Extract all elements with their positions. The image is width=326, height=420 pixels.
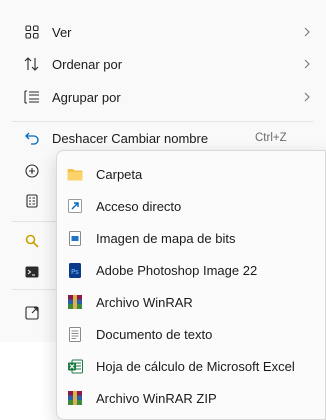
submenu-item-label: Imagen de mapa de bits (96, 230, 236, 246)
submenu-item-excel[interactable]: Hoja de cálculo de Microsoft Excel (57, 350, 325, 382)
submenu-item-acceso-directo[interactable]: Acceso directo (57, 190, 325, 222)
expand-window-icon (24, 305, 40, 321)
photoshop-icon: Ps (67, 262, 83, 278)
menu-item-buscar[interactable] (0, 225, 56, 257)
chevron-right-icon (301, 91, 313, 103)
submenu-item-label: Adobe Photoshop Image 22 (96, 262, 258, 278)
sort-arrows-icon (24, 56, 40, 72)
chevron-right-icon (301, 26, 313, 38)
menu-item-ordenar-por[interactable]: Ordenar por (0, 48, 326, 80)
winrar-zip-icon (67, 390, 83, 406)
folder-icon (67, 166, 83, 182)
submenu-item-label: Carpeta (96, 166, 143, 182)
excel-icon (67, 358, 83, 374)
new-item-submenu: Carpeta Acceso directo Imagen de mapa de… (56, 150, 326, 420)
submenu-item-winrar[interactable]: Archivo WinRAR (57, 286, 325, 318)
keyboard-shortcut: Ctrl+Z (255, 132, 287, 144)
submenu-item-label: Hoja de cálculo de Microsoft Excel (96, 358, 295, 374)
menu-separator (12, 289, 56, 290)
menu-item-label: Ordenar por (52, 56, 123, 72)
menu-separator (12, 221, 56, 222)
menu-item-label: Deshacer Cambiar nombre (52, 130, 209, 146)
winrar-icon (67, 294, 83, 310)
view-grid-icon (24, 24, 40, 40)
menu-item-label: Ver (52, 24, 72, 40)
submenu-item-label: Archivo WinRAR ZIP (96, 390, 217, 406)
menu-item-nuevo[interactable] (0, 155, 56, 187)
bitmap-image-icon (67, 230, 83, 246)
text-document-icon (67, 326, 83, 342)
properties-icon (24, 193, 40, 209)
menu-item-mas-opciones[interactable] (0, 297, 56, 329)
submenu-item-documento-texto[interactable]: Documento de texto (57, 318, 325, 350)
menu-item-label: Agrupar por (52, 89, 121, 105)
menu-item-propiedades[interactable] (0, 185, 56, 217)
submenu-item-photoshop[interactable]: Ps Adobe Photoshop Image 22 (57, 254, 325, 286)
menu-item-agrupar-por[interactable]: Agrupar por (0, 81, 326, 113)
terminal-icon (24, 264, 40, 280)
undo-icon (24, 130, 40, 146)
add-circle-icon (24, 163, 40, 179)
submenu-item-label: Acceso directo (96, 198, 182, 214)
submenu-item-label: Documento de texto (96, 326, 213, 342)
shortcut-icon (67, 198, 83, 214)
submenu-item-winrar-zip[interactable]: Archivo WinRAR ZIP (57, 382, 325, 414)
menu-item-terminal[interactable] (0, 256, 56, 288)
group-list-icon (24, 89, 40, 105)
menu-item-ver[interactable]: Ver (0, 16, 326, 48)
submenu-item-imagen-mapa-bits[interactable]: Imagen de mapa de bits (57, 222, 325, 254)
svg-text:Ps: Ps (71, 268, 79, 276)
chevron-right-icon (301, 58, 313, 70)
submenu-item-label: Archivo WinRAR (96, 294, 193, 310)
submenu-item-carpeta[interactable]: Carpeta (57, 158, 325, 190)
search-icon (24, 233, 40, 249)
